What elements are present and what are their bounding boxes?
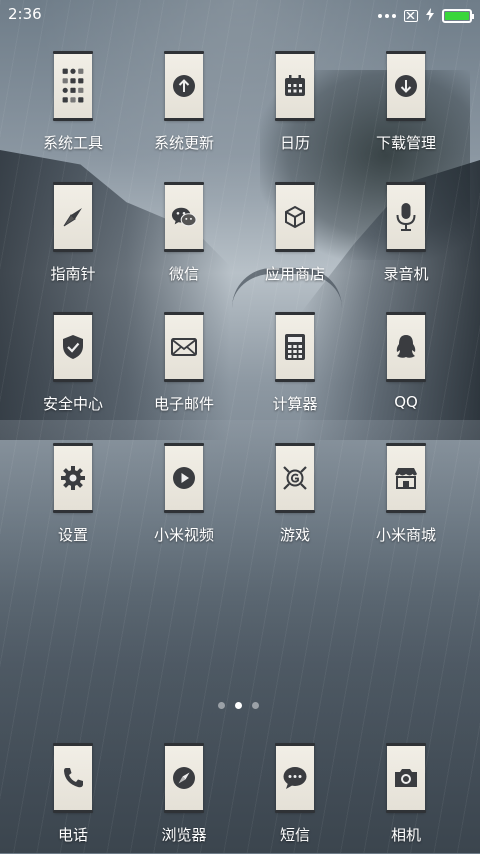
charging-icon [426,6,434,25]
page-dot-1[interactable] [218,702,225,709]
app-tile[interactable] [275,443,315,513]
microphone-icon [393,203,419,231]
app-label: 电子邮件 [153,395,214,413]
status-time: 2:36 [8,5,42,23]
store-icon [393,465,419,491]
app-play[interactable]: 小米视频 [129,443,239,554]
app-label: 浏览器 [161,826,207,844]
status-bar: 2:36 [0,0,480,28]
gear-icon [60,465,86,491]
app-label: 小米商城 [375,526,436,544]
app-mail[interactable]: 电子邮件 [129,312,239,423]
app-shield-check[interactable]: 安全中心 [18,312,128,423]
game-icon [282,465,308,491]
app-tile[interactable] [164,743,204,813]
app-tile[interactable] [164,312,204,382]
more-notifications-icon [378,13,396,18]
app-tile[interactable] [386,312,426,382]
app-microphone[interactable]: 录音机 [351,182,461,293]
compass-icon [60,204,86,230]
app-tile[interactable] [275,182,315,252]
app-label: 应用商店 [264,265,325,283]
update-arrow-icon [171,73,197,99]
app-label: 设置 [57,526,88,544]
app-tile[interactable] [164,51,204,121]
app-tools-folder[interactable]: 系统工具 [18,51,128,162]
no-sim-icon [404,9,418,22]
app-label: 指南针 [50,265,96,283]
app-label: 微信 [168,265,199,283]
app-browser-compass[interactable]: 浏览器 [129,743,239,854]
app-qq-penguin[interactable]: QQ [351,312,461,423]
app-label: 录音机 [383,265,429,283]
app-tile[interactable] [275,743,315,813]
app-label: 短信 [279,826,310,844]
app-gear[interactable]: 设置 [18,443,128,554]
download-icon [393,73,419,99]
app-store[interactable]: 小米商城 [351,443,461,554]
app-tile[interactable] [164,443,204,513]
phone-icon [60,765,86,791]
play-icon [171,465,197,491]
app-label: 游戏 [279,526,310,544]
app-tile[interactable] [275,312,315,382]
calendar-icon [282,73,308,99]
app-label: 下载管理 [375,134,436,152]
app-calendar[interactable]: 日历 [240,51,350,162]
app-calculator[interactable]: 计算器 [240,312,350,423]
app-tile[interactable] [164,182,204,252]
app-tile[interactable] [53,312,93,382]
app-label: 相机 [390,826,421,844]
app-label: QQ [394,393,418,411]
calculator-icon [282,334,308,360]
app-label: 日历 [279,134,310,152]
camera-icon [393,765,419,791]
app-tile[interactable] [53,443,93,513]
page-dot-2[interactable] [235,702,242,709]
battery-icon [442,8,474,23]
mail-icon [171,334,197,360]
tools-folder-icon [60,68,86,103]
app-compass[interactable]: 指南针 [18,182,128,293]
app-tile[interactable] [386,743,426,813]
app-wechat[interactable]: 微信 [129,182,239,293]
app-tile[interactable] [53,743,93,813]
app-tile[interactable] [53,182,93,252]
qq-penguin-icon [393,334,419,360]
app-app-store-cube[interactable]: 应用商店 [240,182,350,293]
app-label: 系统更新 [153,134,214,152]
app-message-bubble[interactable]: 短信 [240,743,350,854]
message-bubble-icon [282,765,308,791]
browser-compass-icon [171,765,197,791]
shield-check-icon [60,334,86,360]
app-store-cube-icon [282,204,308,230]
app-tile[interactable] [386,51,426,121]
page-dot-3[interactable] [252,702,259,709]
app-camera[interactable]: 相机 [351,743,461,854]
app-label: 小米视频 [153,526,214,544]
app-download[interactable]: 下载管理 [351,51,461,162]
app-tile[interactable] [386,443,426,513]
app-tile[interactable] [53,51,93,121]
app-tile[interactable] [275,51,315,121]
app-phone[interactable]: 电话 [18,743,128,854]
app-label: 电话 [57,826,88,844]
app-label: 计算器 [272,395,318,413]
app-tile[interactable] [386,182,426,252]
wechat-icon [171,204,197,230]
app-label: 安全中心 [42,395,103,413]
app-update-arrow[interactable]: 系统更新 [129,51,239,162]
app-label: 系统工具 [42,134,103,152]
app-game[interactable]: 游戏 [240,443,350,554]
page-indicator[interactable] [218,702,259,709]
